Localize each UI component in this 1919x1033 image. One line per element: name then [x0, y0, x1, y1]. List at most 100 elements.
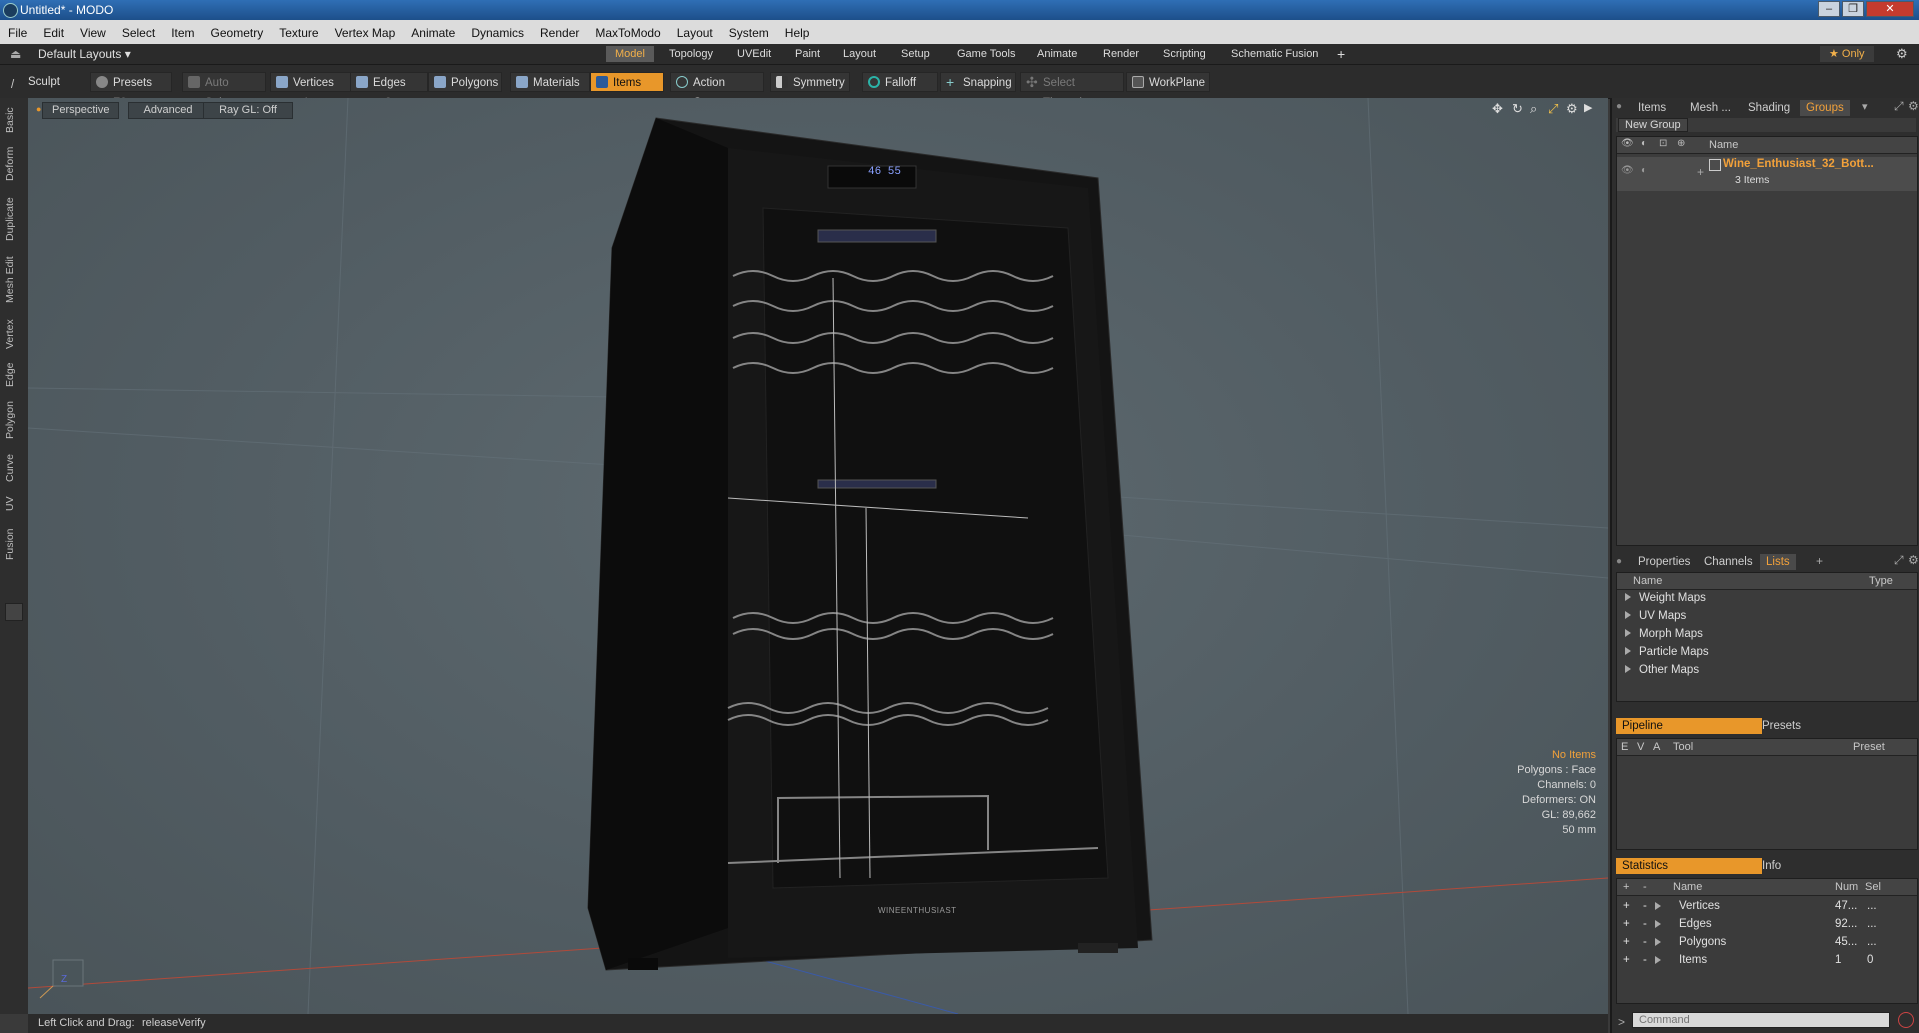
list-item-uv-maps[interactable]: UV Maps: [1617, 607, 1917, 625]
vtab-fusion[interactable]: Fusion: [4, 524, 22, 564]
group-visibility-icon[interactable]: 👁: [1621, 165, 1634, 176]
stats-row-vertices[interactable]: + - Vertices 47... ...: [1617, 897, 1917, 915]
stats-row-items[interactable]: + - Items 1 0: [1617, 951, 1917, 969]
vtab-mesh-edit[interactable]: Mesh Edit: [4, 254, 22, 306]
stats-row-polygons[interactable]: + - Polygons 45... ...: [1617, 933, 1917, 951]
sculpt-button[interactable]: / Sculpt: [6, 72, 90, 92]
presets-button[interactable]: Presets F6: [90, 72, 172, 109]
menu-geometry[interactable]: Geometry: [203, 20, 272, 40]
menu-help[interactable]: Help: [777, 20, 818, 40]
vtab-edge[interactable]: Edge: [4, 360, 22, 390]
menu-view[interactable]: View: [72, 20, 114, 40]
expand-panel-icon[interactable]: ⤢: [1894, 99, 1904, 114]
edges-button[interactable]: Edges 2: [350, 72, 428, 109]
tab-groups[interactable]: Groups: [1800, 100, 1850, 116]
tab-setup[interactable]: Setup: [892, 46, 939, 62]
tab-info[interactable]: Info: [1756, 858, 1787, 874]
stats-add-icon[interactable]: +: [1623, 915, 1630, 933]
auto-select-button[interactable]: Auto Select: [182, 72, 266, 109]
list-item-other-maps[interactable]: Other Maps: [1617, 661, 1917, 679]
menu-system[interactable]: System: [721, 20, 777, 40]
action-center-button[interactable]: Action Center: [670, 72, 764, 109]
tab-scripting[interactable]: Scripting: [1154, 46, 1215, 62]
maximize-button[interactable]: ❐: [1842, 1, 1864, 17]
menu-file[interactable]: File: [0, 20, 35, 40]
tab-statistics[interactable]: Statistics: [1616, 858, 1762, 874]
tab-properties[interactable]: Properties: [1632, 554, 1696, 570]
group-render-icon[interactable]: ◐: [1641, 165, 1647, 176]
panel2-settings-icon[interactable]: ⚙: [1908, 553, 1919, 567]
menu-item[interactable]: Item: [163, 20, 202, 40]
stats-add-icon[interactable]: +: [1623, 951, 1630, 969]
group-expand-icon[interactable]: +: [1697, 165, 1704, 179]
tab-layout[interactable]: Layout: [834, 46, 885, 62]
3d-viewport[interactable]: ● Perspective Advanced Ray GL: Off ✥ ↻ ⌕…: [28, 98, 1608, 1014]
tab-render[interactable]: Render: [1094, 46, 1148, 62]
snapping-button[interactable]: + Snapping: [940, 72, 1016, 92]
strip-toggle-icon[interactable]: [5, 603, 23, 621]
stats-add-icon[interactable]: +: [1623, 897, 1630, 915]
tab-mesh[interactable]: Mesh ...: [1684, 100, 1737, 116]
vtab-vertex[interactable]: Vertex: [4, 316, 22, 352]
workplane-button[interactable]: WorkPlane: [1126, 72, 1210, 92]
expand-panel2-icon[interactable]: ⤢: [1894, 553, 1904, 568]
list-item-weight-maps[interactable]: Weight Maps: [1617, 589, 1917, 607]
stats-add-icon[interactable]: +: [1623, 933, 1630, 951]
vtab-polygon[interactable]: Polygon: [4, 398, 22, 442]
menu-texture[interactable]: Texture: [271, 20, 326, 40]
menu-render[interactable]: Render: [532, 20, 587, 40]
vtab-uv[interactable]: UV: [4, 494, 22, 514]
close-button[interactable]: ✕: [1866, 1, 1914, 17]
menu-select[interactable]: Select: [114, 20, 163, 40]
menu-layout[interactable]: Layout: [669, 20, 721, 40]
tab-uvedit[interactable]: UVEdit: [728, 46, 780, 62]
list-item-particle-maps[interactable]: Particle Maps: [1617, 643, 1917, 661]
falloff-button[interactable]: Falloff: [862, 72, 938, 92]
layout-expand-icon[interactable]: ⏏: [10, 47, 21, 61]
tab-items[interactable]: Items: [1632, 100, 1672, 116]
panel-settings-icon[interactable]: ⚙: [1908, 99, 1919, 113]
tabs-dropdown-icon[interactable]: ▾: [1862, 100, 1868, 113]
tab-pipeline[interactable]: Pipeline: [1616, 718, 1762, 734]
vtab-deform[interactable]: Deform: [4, 144, 22, 184]
vtab-curve[interactable]: Curve: [4, 450, 22, 486]
materials-button[interactable]: Materials: [510, 72, 590, 92]
gear-icon[interactable]: ⚙: [1896, 46, 1908, 62]
only-toggle[interactable]: ★ Only: [1820, 46, 1874, 62]
command-input[interactable]: [1632, 1012, 1890, 1028]
stats-row-edges[interactable]: + - Edges 92... ...: [1617, 915, 1917, 933]
polygons-button[interactable]: Polygons: [428, 72, 502, 92]
list-item-morph-maps[interactable]: Morph Maps: [1617, 625, 1917, 643]
vertices-button[interactable]: Vertices 1: [270, 72, 354, 109]
tab-paint[interactable]: Paint: [786, 46, 829, 62]
tab-channels[interactable]: Channels: [1698, 554, 1759, 570]
items-button[interactable]: Items: [590, 72, 664, 92]
menu-animate[interactable]: Animate: [403, 20, 463, 40]
menu-maxtomodo[interactable]: MaxToModo: [587, 20, 668, 40]
stats-remove-icon[interactable]: -: [1643, 897, 1647, 915]
symmetry-button[interactable]: Symmetry: [770, 72, 850, 92]
stats-remove-icon[interactable]: -: [1643, 915, 1647, 933]
group-name[interactable]: Wine_Enthusiast_32_Bott...: [1723, 158, 1874, 170]
minimize-button[interactable]: –: [1818, 1, 1840, 17]
tab-topology[interactable]: Topology: [660, 46, 722, 62]
menu-vertex-map[interactable]: Vertex Map: [327, 20, 404, 40]
tab-lists[interactable]: Lists: [1760, 554, 1796, 570]
tab-presets[interactable]: Presets: [1756, 718, 1807, 734]
menu-edit[interactable]: Edit: [35, 20, 72, 40]
layout-selector[interactable]: Default Layouts ▾: [38, 47, 131, 61]
group-row[interactable]: 👁 ◐ + Wine_Enthusiast_32_Bott... 3 Items: [1617, 157, 1917, 191]
add-tab-button[interactable]: +: [1328, 46, 1354, 62]
stats-remove-icon[interactable]: -: [1643, 933, 1647, 951]
tab-shading[interactable]: Shading: [1742, 100, 1796, 116]
command-stop-icon[interactable]: [1898, 1012, 1914, 1028]
tab-animate[interactable]: Animate: [1028, 46, 1086, 62]
vtab-basic[interactable]: Basic: [4, 106, 22, 134]
tab-schematic-fusion[interactable]: Schematic Fusion: [1222, 46, 1327, 62]
select-through-button[interactable]: ✣Select Through: [1020, 72, 1124, 109]
stats-remove-icon[interactable]: -: [1643, 951, 1647, 969]
menu-dynamics[interactable]: Dynamics: [463, 20, 532, 40]
new-group-button[interactable]: New Group: [1618, 118, 1688, 132]
groups-list[interactable]: 👁 ◐ ⊡ ⊕ Name 👁 ◐ + Wine_Enthusiast_32_Bo…: [1616, 136, 1918, 546]
tab-model[interactable]: Model: [606, 46, 654, 62]
